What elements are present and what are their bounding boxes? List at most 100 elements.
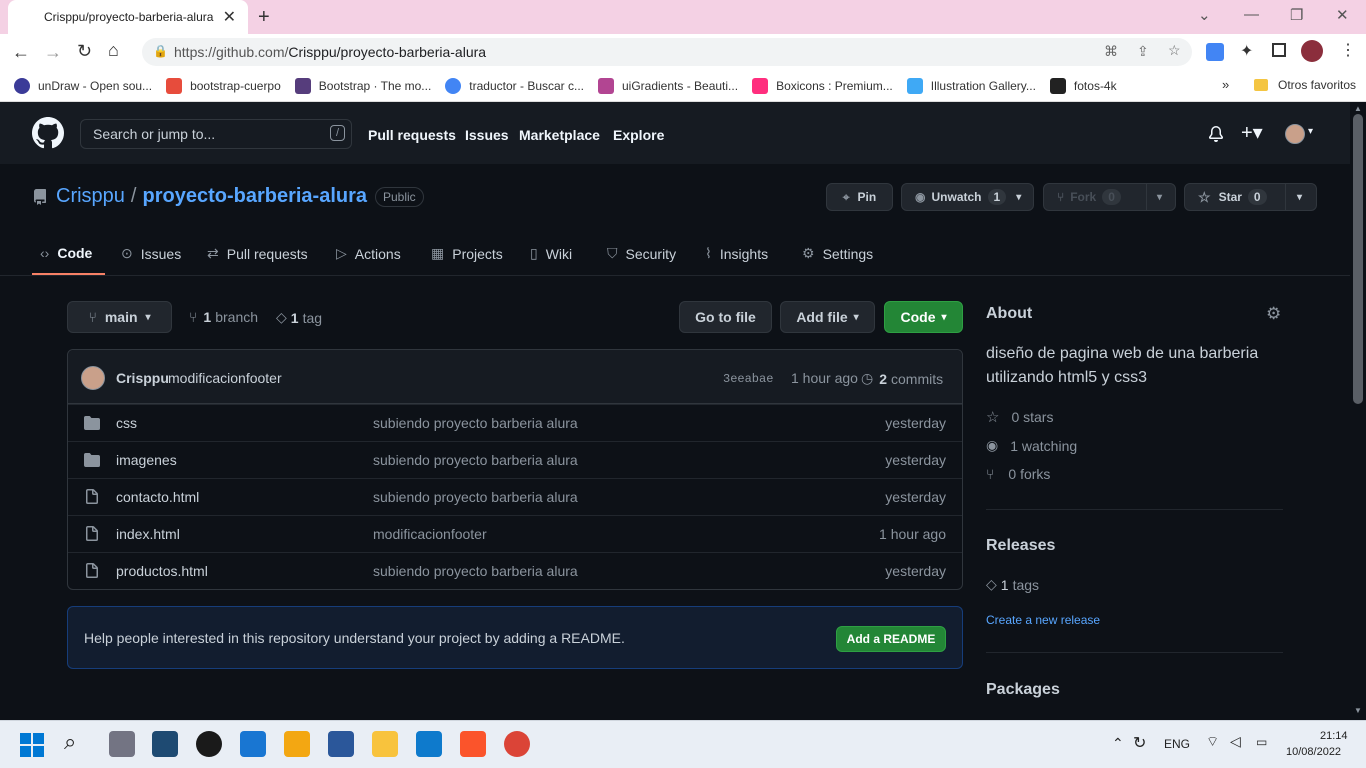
sidepanel-icon[interactable]: [1272, 43, 1286, 57]
go-to-file-button[interactable]: Go to file: [679, 301, 772, 333]
clock-date[interactable]: 10/08/2022: [1286, 746, 1341, 758]
media-player-icon[interactable]: [196, 731, 222, 757]
file-row[interactable]: imagenes subiendo proyecto barberia alur…: [68, 441, 962, 478]
reload-icon[interactable]: ↻: [77, 41, 92, 62]
nav-marketplace[interactable]: Marketplace: [519, 127, 600, 143]
bookmark-item[interactable]: uiGradients - Beauti...: [598, 77, 738, 94]
bookmark-item[interactable]: unDraw - Open sou...: [14, 77, 152, 94]
close-window-icon[interactable]: ✕: [1336, 6, 1349, 24]
tags-link[interactable]: ◇ 1 tag: [276, 309, 322, 326]
file-row[interactable]: productos.html subiendo proyecto barberi…: [68, 552, 962, 589]
minimize-icon[interactable]: —: [1244, 6, 1259, 23]
restore-icon[interactable]: ❐: [1290, 6, 1303, 24]
tab-wiki[interactable]: ▯ Wiki: [530, 245, 572, 262]
tab-code[interactable]: ‹› Code: [40, 245, 92, 261]
word-icon[interactable]: [328, 731, 354, 757]
watching-link[interactable]: ◉ 1 watching: [986, 437, 1077, 454]
unwatch-button[interactable]: ◉ Unwatch 1 ▾: [901, 183, 1034, 211]
file-explorer-icon[interactable]: [372, 731, 398, 757]
bookmark-star-icon[interactable]: ☆: [1168, 42, 1181, 59]
nav-pull-requests[interactable]: Pull requests: [368, 127, 456, 143]
star-button[interactable]: ☆ Star 0 ▾: [1184, 183, 1317, 211]
search-icon[interactable]: ⌕: [64, 729, 76, 755]
clock-time[interactable]: 21:14: [1320, 730, 1348, 742]
wifi-icon[interactable]: ⌔: [1206, 733, 1219, 751]
nav-issues[interactable]: Issues: [465, 127, 509, 143]
file-name[interactable]: productos.html: [116, 563, 208, 579]
releases-heading[interactable]: Releases: [986, 537, 1055, 555]
tab-actions[interactable]: ▷ Actions: [336, 245, 401, 262]
translate-icon[interactable]: ⌘: [1104, 43, 1118, 60]
branches-link[interactable]: ⑂ 1 branch: [189, 309, 258, 325]
file-row[interactable]: contacto.html subiendo proyecto barberia…: [68, 478, 962, 515]
pin-button[interactable]: ⌖ Pin: [826, 183, 893, 211]
home-icon[interactable]: ⌂: [108, 40, 119, 61]
commits-link[interactable]: ◷ 2 commits: [861, 370, 943, 387]
add-readme-button[interactable]: Add a README: [836, 626, 946, 652]
sync-icon[interactable]: ↻: [1133, 733, 1146, 753]
bookmark-item[interactable]: traductor - Buscar c...: [445, 77, 584, 94]
repo-owner-link[interactable]: Crisppu: [56, 185, 125, 208]
bookmark-item[interactable]: fotos-4k: [1049, 77, 1117, 94]
google-translate-ext-icon[interactable]: [1206, 43, 1224, 61]
close-tab-icon[interactable]: ✕: [223, 7, 236, 27]
tab-projects[interactable]: ▦ Projects: [431, 245, 503, 262]
user-avatar[interactable]: [1285, 124, 1305, 144]
new-tab-icon[interactable]: +: [258, 6, 270, 29]
tab-issues[interactable]: ⊙ Issues: [121, 245, 181, 262]
forks-link[interactable]: ⑂ 0 forks: [986, 466, 1050, 482]
file-name[interactable]: index.html: [116, 526, 180, 542]
packages-heading[interactable]: Packages: [986, 681, 1060, 699]
avatar-dropdown-icon[interactable]: ▾: [1308, 126, 1313, 137]
notifications-bell-icon[interactable]: [1208, 126, 1224, 142]
store-icon[interactable]: [284, 731, 310, 757]
tray-chevron-up-icon[interactable]: ⌃: [1112, 735, 1124, 752]
create-new-icon[interactable]: +▾: [1241, 120, 1263, 145]
tab-security[interactable]: ⛉ Security: [607, 245, 676, 262]
stars-link[interactable]: ☆ 0 stars: [986, 408, 1053, 426]
code-button[interactable]: Code ▾: [884, 301, 963, 333]
other-favorites[interactable]: Otros favoritos: [1254, 78, 1356, 92]
github-logo-icon[interactable]: [32, 117, 64, 149]
scroll-up-icon[interactable]: ▲: [1354, 104, 1362, 113]
scroll-down-icon[interactable]: ▼: [1354, 706, 1362, 715]
language-indicator[interactable]: ENG: [1164, 737, 1190, 751]
scrollbar-thumb[interactable]: [1353, 114, 1363, 404]
volume-icon[interactable]: ◁: [1230, 733, 1241, 750]
commit-message[interactable]: modificacionfooter: [168, 370, 282, 386]
repo-name-link[interactable]: proyecto-barberia-alura: [142, 185, 367, 208]
file-name[interactable]: css: [116, 415, 137, 431]
search-input[interactable]: Search or jump to... /: [80, 119, 352, 149]
profile-avatar[interactable]: [1301, 40, 1323, 62]
bookmark-item[interactable]: Boxicons : Premium...: [752, 77, 893, 94]
commit-sha[interactable]: 3eeabae: [723, 372, 773, 386]
bookmark-item[interactable]: bootstrap-cuerpo: [166, 77, 281, 94]
fork-button[interactable]: ⑂ Fork 0 ▾: [1043, 183, 1176, 211]
vscode-icon[interactable]: [416, 731, 442, 757]
file-commit-message[interactable]: modificacionfooter: [373, 526, 487, 542]
commit-author[interactable]: Crisppu: [116, 370, 169, 386]
page-scrollbar[interactable]: ▲ ▼: [1350, 102, 1366, 720]
file-row[interactable]: index.html modificacionfooter 1 hour ago: [68, 515, 962, 552]
battery-icon[interactable]: ▭: [1256, 735, 1267, 749]
file-name[interactable]: imagenes: [116, 452, 177, 468]
share-icon[interactable]: ⇪: [1137, 43, 1149, 60]
nav-explore[interactable]: Explore: [613, 127, 664, 143]
file-commit-message[interactable]: subiendo proyecto barberia alura: [373, 563, 578, 579]
tab-insights[interactable]: ⌇ Insights: [705, 245, 768, 262]
extensions-icon[interactable]: ✦: [1240, 41, 1253, 61]
branch-select-button[interactable]: ⑂ main ▾: [67, 301, 172, 333]
file-row[interactable]: css subiendo proyecto barberia alura yes…: [68, 404, 962, 441]
menu-icon[interactable]: ⋮: [1340, 40, 1356, 60]
start-menu-icon[interactable]: [20, 733, 44, 757]
more-bookmarks-icon[interactable]: »: [1222, 77, 1229, 92]
brave-icon[interactable]: [460, 731, 486, 757]
file-commit-message[interactable]: subiendo proyecto barberia alura: [373, 452, 578, 468]
file-name[interactable]: contacto.html: [116, 489, 199, 505]
address-bar[interactable]: 🔒 https://github.com/Crisppu/proyecto-ba…: [142, 38, 1192, 66]
gear-icon[interactable]: ⚙: [1266, 304, 1281, 324]
calendar-icon[interactable]: [240, 731, 266, 757]
tab-settings[interactable]: ⚙ Settings: [802, 245, 873, 262]
task-view-icon[interactable]: [109, 731, 135, 757]
bookmark-item[interactable]: Bootstrap · The mo...: [294, 77, 431, 94]
